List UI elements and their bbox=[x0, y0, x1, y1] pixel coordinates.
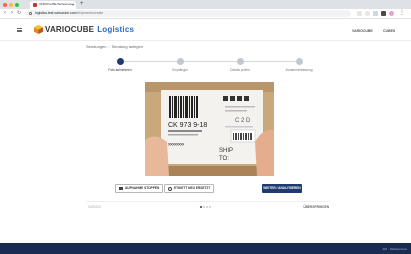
minimize-window-dot[interactable] bbox=[9, 3, 13, 7]
camera-preview-image: CK 973 9-18 ›››››››› C 2 D SHIP TO: bbox=[145, 82, 274, 176]
step-2-label: Empfänger bbox=[172, 68, 188, 72]
next-analyze-button[interactable]: WEITER / ANALYSIEREN bbox=[262, 184, 302, 193]
extension-icon[interactable] bbox=[373, 11, 378, 16]
tab-close-icon[interactable]: × bbox=[72, 2, 74, 7]
sticker-code: C 2 D bbox=[235, 118, 251, 124]
to-label: TO: bbox=[219, 156, 229, 162]
browser-toolbar: ‹ › ↻ logistics.test.variocube.com/shipm… bbox=[0, 9, 411, 19]
browser-menu-icon[interactable]: ⋮ bbox=[399, 10, 405, 17]
pager-dot bbox=[206, 206, 208, 208]
variocube-logo-icon bbox=[34, 25, 43, 34]
step-pager bbox=[200, 206, 212, 209]
step-1-indicator bbox=[117, 58, 124, 65]
footer-divider bbox=[86, 201, 330, 202]
refresh-icon bbox=[168, 186, 172, 191]
nav-link-cubes[interactable]: CUBES bbox=[383, 29, 395, 33]
app-window: VARIOCUBE Webservices × + ‹ › ↻ logistic… bbox=[0, 0, 411, 254]
ship-label: SHIP bbox=[219, 148, 233, 154]
video-camera-icon bbox=[119, 187, 123, 190]
new-tab-button[interactable]: + bbox=[80, 1, 84, 7]
extension-icon[interactable] bbox=[381, 11, 386, 16]
breadcrumb-root[interactable]: Sendungen bbox=[86, 44, 106, 49]
pager-dot bbox=[203, 206, 205, 208]
tracking-number: CK 973 9-18 bbox=[168, 122, 207, 129]
pager-dot bbox=[209, 206, 211, 208]
step-4-indicator bbox=[296, 58, 303, 65]
stop-recording-button[interactable]: AUFNAHME STOPPEN bbox=[115, 184, 164, 193]
extension-icon[interactable] bbox=[357, 11, 362, 16]
address-bar[interactable]: logistics.test.variocube.com/shipments/c… bbox=[26, 10, 351, 17]
nav-link-variocube[interactable]: VARIOCUBE bbox=[352, 29, 373, 33]
step-3-indicator bbox=[237, 58, 244, 65]
skip-button[interactable]: ÜBERSPRINGEN bbox=[303, 205, 329, 209]
step-2-indicator bbox=[177, 58, 184, 65]
browser-tab-bar: VARIOCUBE Webservices × + bbox=[0, 0, 411, 9]
lock-icon bbox=[29, 12, 32, 15]
chevron-marks: ›››››››› bbox=[168, 142, 184, 148]
close-window-dot[interactable] bbox=[3, 3, 7, 7]
brand-name: VARIOCUBE bbox=[45, 25, 95, 34]
url-path: /shipments/create bbox=[76, 11, 104, 15]
browser-tab[interactable]: VARIOCUBE Webservices × bbox=[30, 1, 76, 9]
forward-icon[interactable]: › bbox=[11, 10, 13, 17]
app-footer: API · Webservices bbox=[0, 243, 411, 254]
app-name: Logistics bbox=[97, 25, 135, 34]
back-icon[interactable]: ‹ bbox=[4, 10, 6, 17]
back-button[interactable]: ZURÜCK bbox=[88, 205, 101, 209]
address-url: logistics.test.variocube.com/shipments/c… bbox=[35, 11, 103, 15]
step-1-label: Foto aufnehmen bbox=[108, 68, 132, 72]
maximize-window-dot[interactable] bbox=[15, 3, 19, 7]
footer-version-text: API · Webservices bbox=[382, 247, 407, 251]
app-brand[interactable]: VARIOCUBE Logistics bbox=[45, 25, 134, 34]
breadcrumb: Sendungen / Sendung anlegen bbox=[86, 44, 143, 49]
profile-avatar[interactable] bbox=[389, 11, 394, 16]
retake-label-button[interactable]: ETIKETT NEU ERSETZT bbox=[164, 184, 215, 193]
extension-icon[interactable] bbox=[365, 11, 370, 16]
stepper-line bbox=[120, 61, 302, 62]
breadcrumb-separator: / bbox=[108, 44, 110, 49]
menu-icon[interactable] bbox=[17, 28, 22, 32]
pager-dot-active bbox=[200, 206, 202, 208]
stop-recording-label: AUFNAHME STOPPEN bbox=[125, 186, 160, 190]
url-host: logistics.test.variocube.com bbox=[35, 11, 77, 15]
breadcrumb-current: Sendung anlegen bbox=[111, 44, 143, 49]
tab-title: VARIOCUBE Webservices bbox=[39, 2, 75, 6]
step-4-label: Zusammenfassung bbox=[285, 68, 313, 72]
step-3-label: Details prüfen bbox=[230, 68, 250, 72]
retake-label-text: ETIKETT NEU ERSETZT bbox=[174, 186, 211, 190]
reload-icon[interactable]: ↻ bbox=[17, 10, 21, 17]
favicon-icon bbox=[33, 3, 37, 7]
app-header: VARIOCUBE Logistics VARIOCUBE CUBES bbox=[0, 19, 411, 41]
